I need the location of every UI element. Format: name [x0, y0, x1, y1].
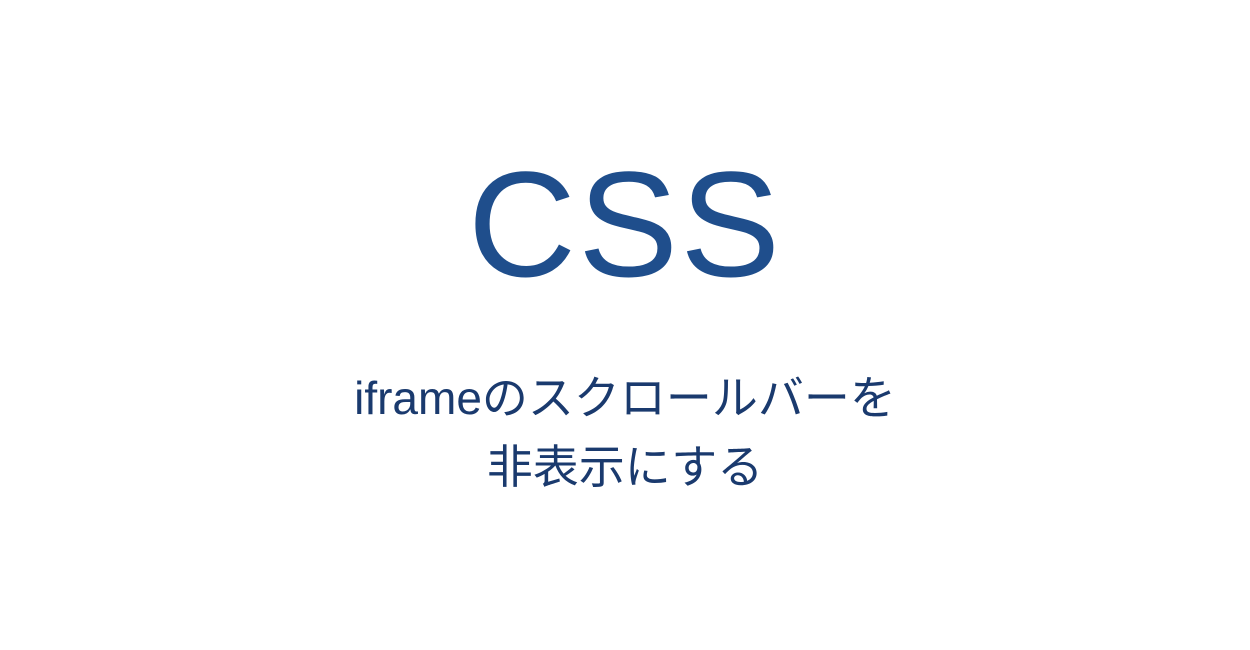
subtitle-line-1: iframeのスクロールバーを [354, 364, 896, 433]
main-title: CSS [468, 149, 782, 299]
subtitle: iframeのスクロールバーを 非表示にする [354, 364, 896, 502]
subtitle-line-2: 非表示にする [354, 433, 896, 502]
